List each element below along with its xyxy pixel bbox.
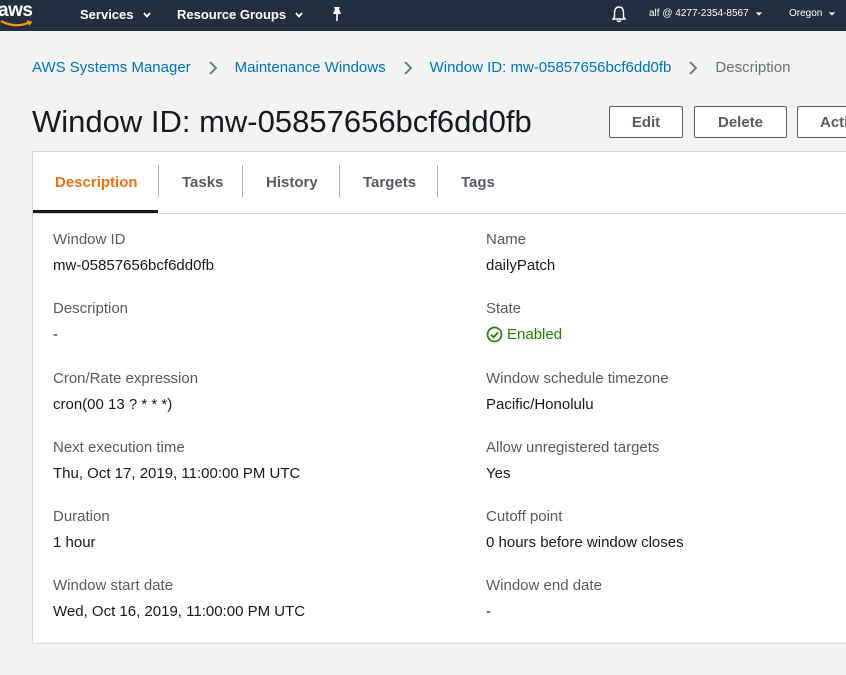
field-name: Name dailyPatch (486, 231, 555, 274)
field-label: Window start date (53, 577, 174, 594)
page-title: Window ID: mw-05857656bcf6dd0fb (32, 104, 532, 139)
field-label: Allow unregistered targets (486, 439, 660, 456)
region-menu[interactable]: Oregon (789, 8, 836, 19)
account-label: alf @ 4277-2354-8567 (649, 8, 749, 19)
field-label: Description (53, 300, 129, 317)
field-label: Cron/Rate expression (53, 370, 199, 387)
field-value: mw-05857656bcf6dd0fb (53, 257, 214, 274)
tab-history[interactable]: History (266, 152, 318, 212)
tab-targets[interactable]: Targets (363, 152, 416, 212)
breadcrumb: AWS Systems Manager Maintenance Windows … (32, 59, 790, 76)
field-label: Cutoff point (486, 508, 563, 525)
field-value: 1 hour (53, 534, 96, 551)
field-window-start-date: Window start date Wed, Oct 16, 2019, 11:… (53, 577, 305, 620)
chevron-right-icon (689, 60, 698, 75)
field-cutoff-point: Cutoff point 0 hours before window close… (486, 508, 684, 551)
chevron-down-icon (829, 11, 836, 16)
status-badge: Enabled (486, 326, 562, 343)
resource-groups-menu[interactable]: Resource Groups (177, 7, 304, 22)
breadcrumb-current: Description (715, 59, 791, 76)
chevron-down-icon (142, 11, 151, 18)
field-value: 0 hours before window closes (486, 534, 684, 551)
field-cron-expression: Cron/Rate expression cron(00 13 ? * * *) (53, 370, 198, 413)
field-value: - (486, 603, 491, 620)
field-value: - (53, 326, 58, 343)
field-label: Name (486, 231, 527, 248)
aws-smile-icon (0, 20, 33, 27)
state-value: Enabled (507, 326, 563, 343)
chevron-right-icon (403, 60, 412, 75)
services-label: Services (80, 7, 134, 22)
account-menu[interactable]: alf @ 4277-2354-8567 (649, 8, 763, 19)
details-panel: Description Tasks History Targets Tags W… (32, 151, 846, 644)
field-value: Yes (486, 465, 511, 482)
chevron-right-icon (209, 60, 217, 75)
tab-tags[interactable]: Tags (461, 152, 495, 212)
delete-button[interactable]: Delete (694, 106, 787, 138)
resource-groups-label: Resource Groups (177, 7, 287, 22)
field-window-end-date: Window end date - (486, 577, 602, 620)
field-description: Description - (53, 300, 128, 343)
chevron-down-icon (755, 11, 762, 16)
aws-logo[interactable]: aws (0, 0, 33, 22)
field-state: State Enabled (486, 300, 562, 343)
field-label: Window ID (53, 231, 126, 248)
field-value: Pacific/Honolulu (486, 396, 594, 413)
active-tab-indicator (33, 210, 158, 213)
tab-tasks[interactable]: Tasks (182, 152, 223, 212)
tab-divider (242, 165, 243, 197)
tab-divider (158, 165, 159, 197)
breadcrumb-maintenance-windows[interactable]: Maintenance Windows (235, 59, 386, 76)
top-navigation-bar: aws Services Resource Groups alf @ 4277-… (0, 0, 846, 31)
field-duration: Duration 1 hour (53, 508, 110, 551)
services-menu[interactable]: Services (80, 7, 152, 22)
chevron-down-icon (295, 11, 303, 18)
tab-divider (339, 165, 340, 197)
field-value: Thu, Oct 17, 2019, 11:00:00 PM UTC (53, 465, 301, 482)
actions-button[interactable]: Acti (797, 106, 846, 138)
field-label: Window end date (486, 577, 602, 594)
edit-button[interactable]: Edit (609, 106, 683, 138)
field-next-execution-time: Next execution time Thu, Oct 17, 2019, 1… (53, 439, 300, 482)
field-allow-unregistered-targets: Allow unregistered targets Yes (486, 439, 659, 482)
field-value: cron(00 13 ? * * *) (53, 396, 173, 413)
tab-bar: Description Tasks History Targets Tags (33, 152, 846, 214)
breadcrumb-window-id[interactable]: Window ID: mw-05857656bcf6dd0fb (430, 59, 672, 76)
pin-icon[interactable] (330, 6, 344, 22)
field-label: Window schedule timezone (486, 370, 669, 387)
field-value: dailyPatch (486, 257, 556, 274)
breadcrumb-systems-manager[interactable]: AWS Systems Manager (32, 59, 191, 76)
field-schedule-timezone: Window schedule timezone Pacific/Honolul… (486, 370, 669, 413)
check-circle-icon (486, 326, 503, 343)
field-label: State (486, 300, 522, 317)
field-label: Next execution time (53, 439, 185, 456)
tab-description[interactable]: Description (55, 152, 138, 212)
region-label: Oregon (789, 8, 823, 19)
bell-icon[interactable] (611, 5, 627, 23)
field-window-id: Window ID mw-05857656bcf6dd0fb (53, 231, 214, 274)
field-value: Wed, Oct 16, 2019, 11:00:00 PM UTC (53, 603, 306, 620)
tab-divider (437, 165, 438, 197)
field-label: Duration (53, 508, 110, 525)
